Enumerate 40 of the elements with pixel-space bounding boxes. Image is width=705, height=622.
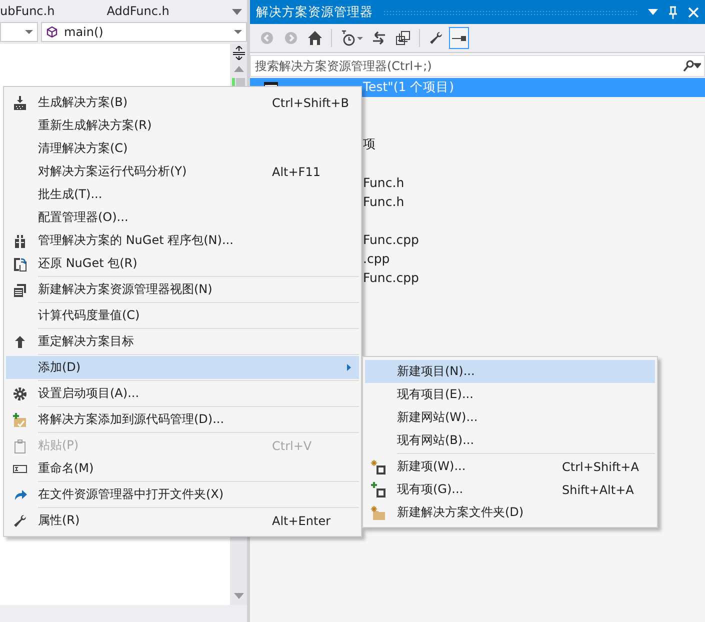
tree-item-label[interactable]: Func.cpp (363, 270, 419, 285)
menu-item[interactable]: 设置启动项目(A)... (6, 382, 359, 405)
menu-item[interactable]: 重新生成解决方案(R) (6, 114, 359, 137)
tree-item-label[interactable]: Func.h (363, 194, 404, 209)
menu-item[interactable]: 对解决方案运行代码分析(Y) Alt+F11 (6, 160, 359, 183)
menu-item[interactable]: 还原 NuGet 包(R) (6, 252, 359, 275)
shortcut-text: Shift+Alt+A (562, 482, 634, 496)
menu-item[interactable]: 新建项(W)... Ctrl+Shift+A (365, 455, 655, 478)
menu-item[interactable]: 管理解决方案的 NuGet 程序包(N)... (6, 229, 359, 252)
menu-item[interactable]: 新建解决方案文件夹(D) (365, 501, 655, 524)
menu-item[interactable]: 添加(D) (6, 356, 359, 379)
menu-item[interactable]: 重定解决方案目标 (6, 330, 359, 353)
menu-item[interactable]: 配置管理器(O)... (6, 206, 359, 229)
menu-item[interactable]: 现有项(G)... Shift+Alt+A (365, 478, 655, 501)
file-tab[interactable]: ubFunc.h (0, 4, 61, 18)
menu-item[interactable]: 新建网站(W)... (365, 406, 655, 429)
menu-item[interactable]: 计算代码度量值(C) (6, 304, 359, 327)
menu-item[interactable]: 现有项目(E)... (365, 383, 655, 406)
menu-item[interactable]: 新建解决方案资源管理器视图(N) (6, 278, 359, 301)
menu-item[interactable]: 重命名(M) (6, 457, 359, 480)
shortcut-text: Alt+F11 (272, 164, 320, 178)
menu-item[interactable]: 批生成(T)... (6, 183, 359, 206)
menu-item[interactable]: 现有网站(B)... (365, 429, 655, 452)
member-dropdown[interactable]: main() (41, 22, 247, 42)
menu-item[interactable]: 清理解决方案(C) (6, 137, 359, 160)
shortcut-text: Ctrl+Shift+A (562, 460, 639, 474)
menu-item[interactable]: 属性(R) Alt+Enter (6, 509, 359, 532)
file-tab[interactable]: AddFunc.h (100, 4, 176, 18)
tree-item-label[interactable]: Func.cpp (363, 232, 419, 247)
tree-item-label[interactable]: 项 (363, 136, 376, 153)
menu-item[interactable]: 将解决方案添加到源代码管理(D)... (6, 408, 359, 431)
tree-item-label[interactable]: Func.h (363, 175, 404, 190)
menu-item[interactable]: 在文件资源管理器中打开文件夹(X) (6, 483, 359, 506)
shortcut-text: Ctrl+V (272, 438, 312, 452)
tree-item-label[interactable]: .cpp (363, 251, 390, 266)
shortcut-text: Ctrl+Shift+B (272, 96, 349, 110)
panel-title: 解决方案资源管理器 (256, 4, 373, 20)
shortcut-text: Alt+Enter (272, 514, 331, 528)
menu-item[interactable]: 新建项目(N)... (365, 360, 655, 383)
search-field[interactable]: 搜索解决方案资源管理器(Ctrl+;) (250, 55, 705, 77)
